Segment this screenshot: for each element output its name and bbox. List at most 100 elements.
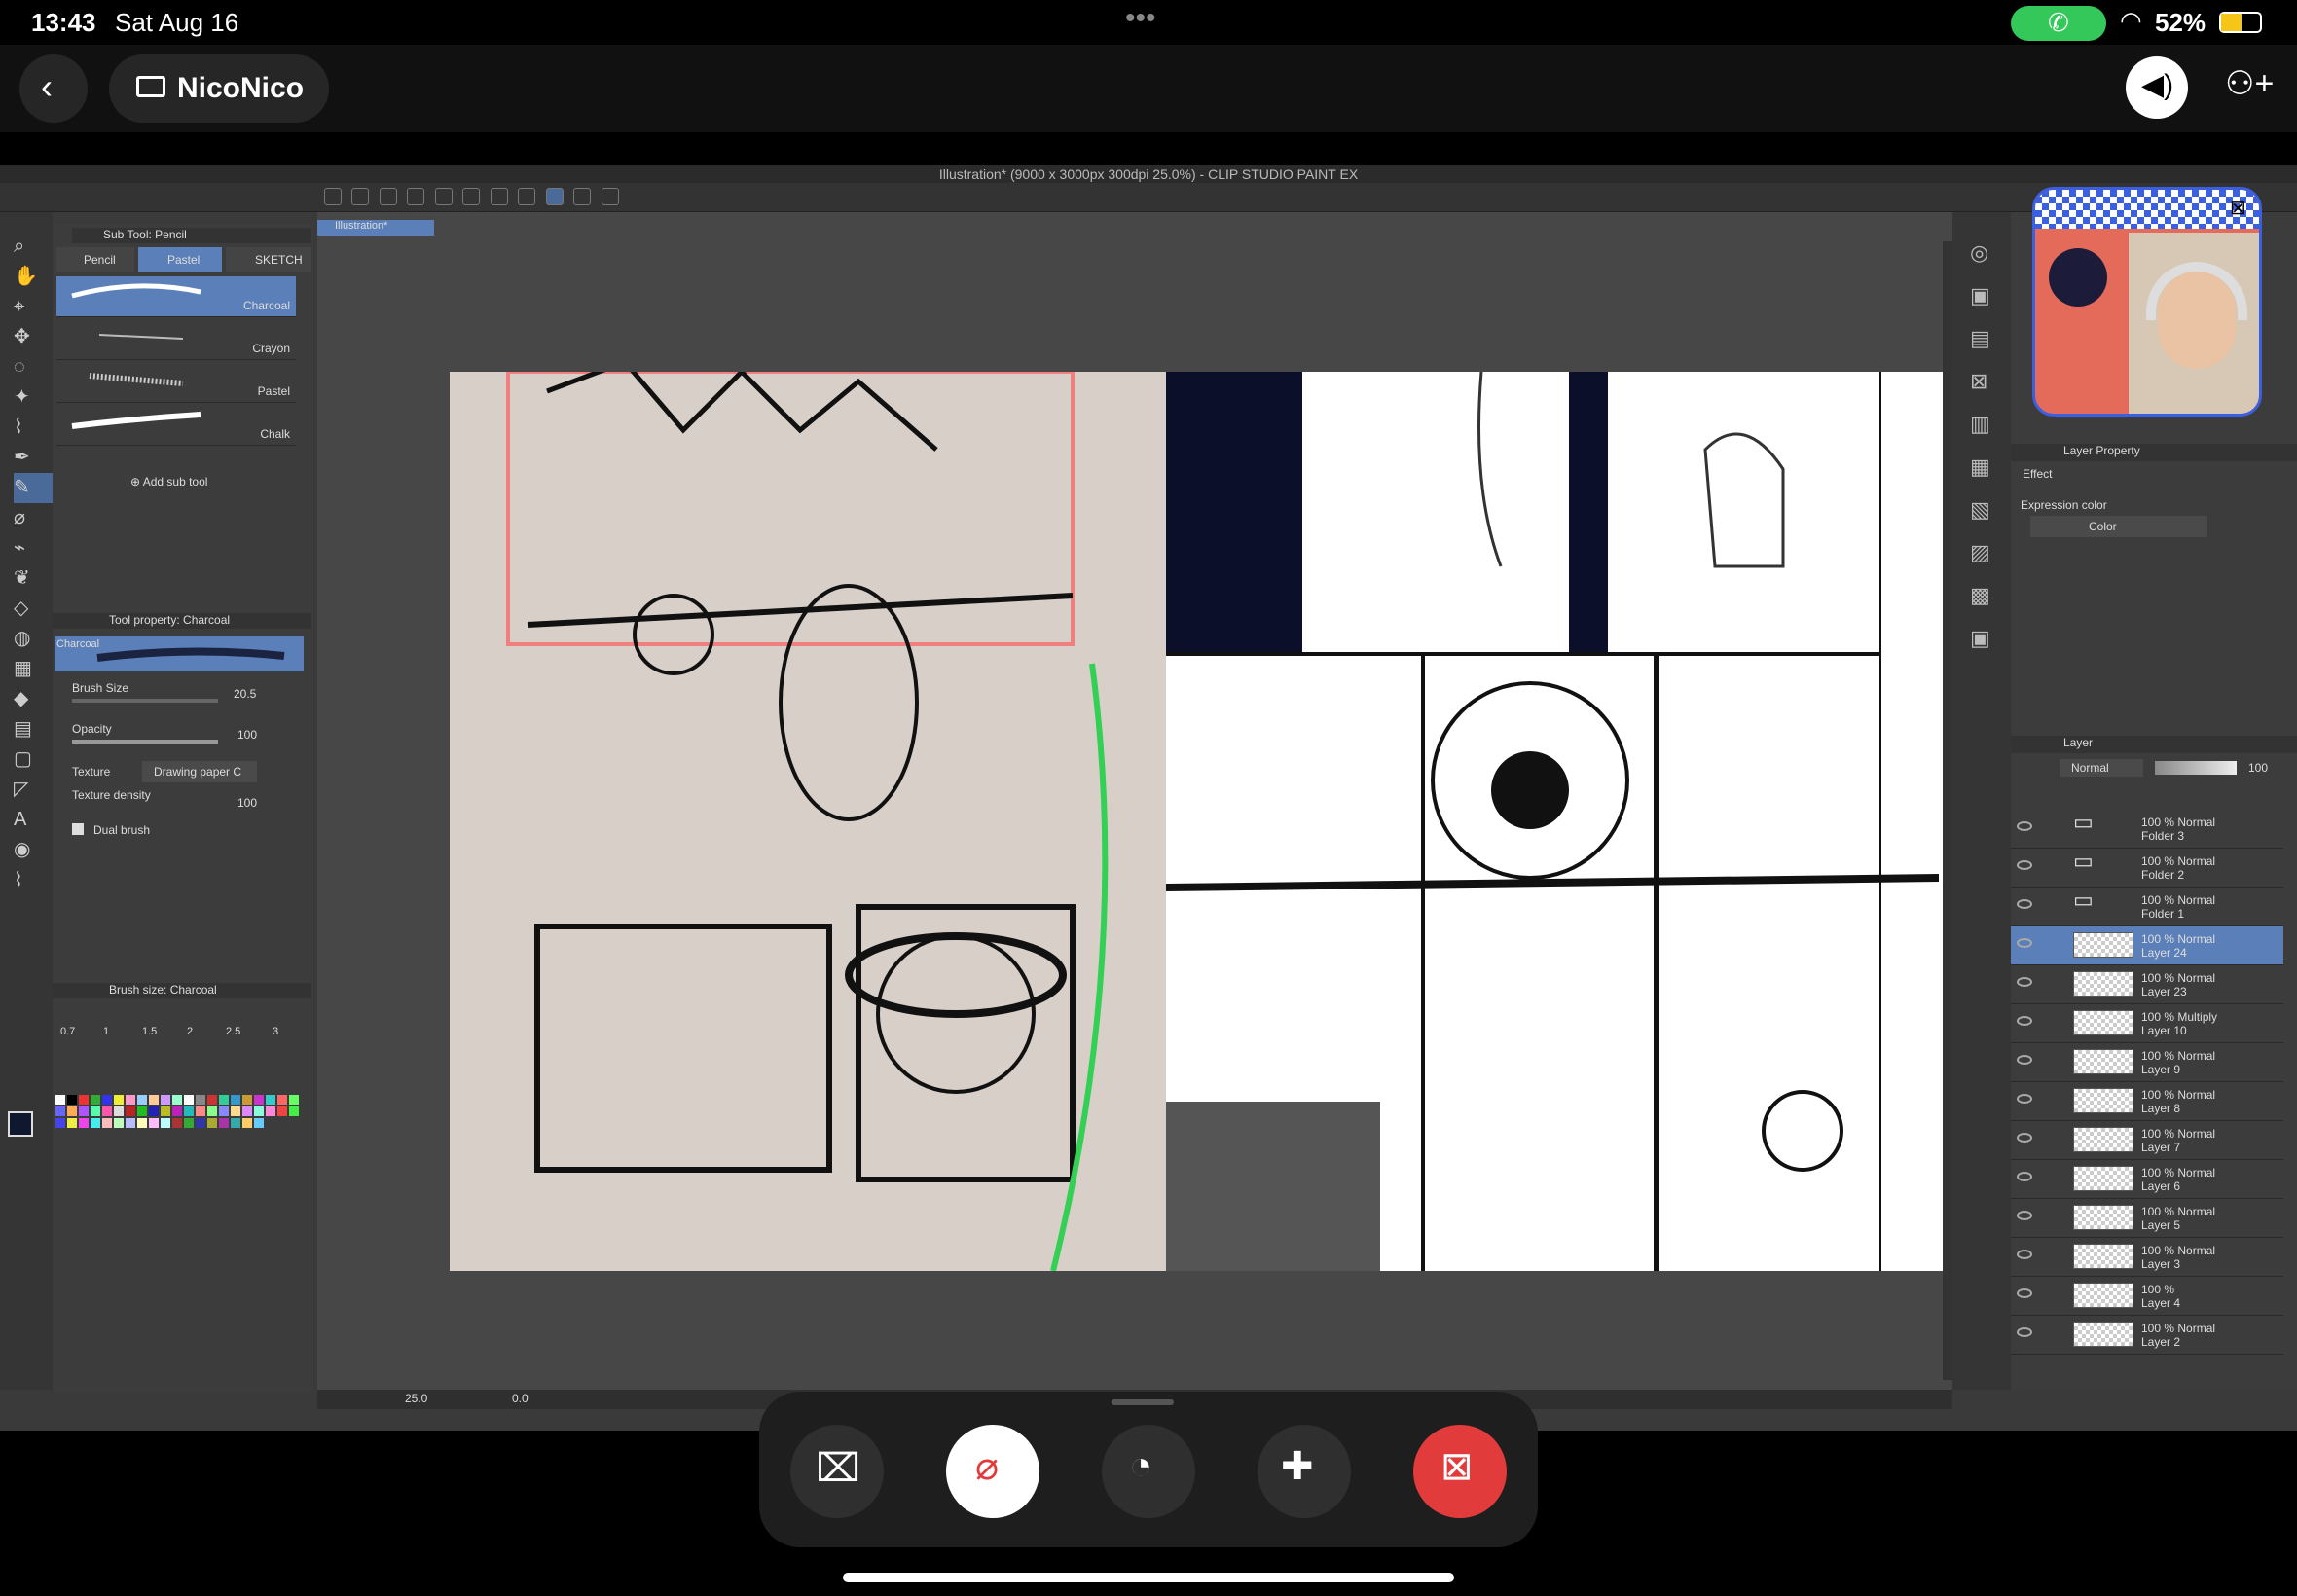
- brush-item-crayon[interactable]: Crayon: [56, 319, 296, 360]
- brush-item-pastel[interactable]: Pastel: [56, 362, 296, 403]
- layer-row[interactable]: ▭ 100 % Normal Folder 3: [2011, 810, 2283, 849]
- eraser-tool-icon[interactable]: ◇: [14, 594, 53, 624]
- dock-grabber[interactable]: [1112, 1399, 1174, 1405]
- layer-opacity-slider[interactable]: [2155, 761, 2237, 775]
- layer-row[interactable]: 100 % Multiply Layer 10: [2011, 1004, 2283, 1043]
- texture-select[interactable]: Drawing paper C: [142, 761, 257, 782]
- add-person-button[interactable]: ⚇+: [2211, 56, 2274, 119]
- vertical-scrollbar[interactable]: [1943, 241, 1952, 1380]
- home-indicator[interactable]: [843, 1573, 1454, 1582]
- figure-tool-icon[interactable]: ▢: [14, 744, 53, 775]
- navigator-icon[interactable]: ◎: [1970, 232, 2011, 274]
- opacity-value[interactable]: 100: [237, 728, 257, 742]
- layer-row[interactable]: 100 % Normal Layer 3: [2011, 1238, 2283, 1277]
- eye-icon[interactable]: [2017, 1055, 2032, 1065]
- pen-tool-icon[interactable]: ✒: [14, 443, 53, 473]
- layer-row[interactable]: ▭ 100 % Normal Folder 1: [2011, 888, 2283, 926]
- quick-access-icon[interactable]: ▣: [1970, 617, 2011, 660]
- speaker-button[interactable]: ◀): [2126, 56, 2188, 119]
- eye-icon[interactable]: [2017, 1288, 2032, 1298]
- rotation-value[interactable]: 0.0: [512, 1392, 529, 1405]
- camera-toggle-button[interactable]: ⌧: [790, 1425, 884, 1518]
- back-button[interactable]: ‹: [19, 54, 88, 123]
- canvas-area[interactable]: Illustration*: [317, 212, 1952, 1390]
- pencil-tool-icon[interactable]: ✎: [14, 473, 53, 503]
- expression-color-select[interactable]: Color: [2030, 516, 2207, 537]
- blend-mode-select[interactable]: Normal: [2060, 759, 2143, 777]
- canvas[interactable]: [450, 359, 1945, 1272]
- animation-icon[interactable]: ▩: [1970, 574, 2011, 617]
- settings-icon[interactable]: [462, 188, 481, 205]
- eye-icon[interactable]: [2017, 821, 2032, 831]
- color-palette[interactable]: [55, 1094, 304, 1269]
- zoom-tool-icon[interactable]: ⌕: [14, 232, 53, 262]
- webcam-overlay[interactable]: ⊠: [2032, 187, 2262, 417]
- channel-title-pill[interactable]: NicoNico: [109, 54, 329, 123]
- history-icon[interactable]: ▤: [1970, 317, 2011, 360]
- item-bank-icon[interactable]: ▦: [1970, 446, 2011, 489]
- ruler-icon[interactable]: [573, 188, 592, 205]
- tab-pencil[interactable]: Pencil: [56, 247, 134, 272]
- brush-item-charcoal[interactable]: Charcoal: [56, 276, 296, 317]
- layer-row[interactable]: 100 % Normal Layer 8: [2011, 1082, 2283, 1121]
- mute-button[interactable]: ⌀: [946, 1425, 1039, 1518]
- transform-icon[interactable]: [518, 188, 536, 205]
- eye-icon[interactable]: [2017, 977, 2032, 987]
- frame-tool-icon[interactable]: ▦: [14, 654, 53, 684]
- dual-brush-checkbox[interactable]: [72, 823, 84, 835]
- open-file-icon[interactable]: [351, 188, 370, 205]
- snap-icon[interactable]: [545, 188, 564, 205]
- multitask-dots[interactable]: •••: [1125, 2, 1156, 35]
- activities-button[interactable]: ✚: [1258, 1425, 1351, 1518]
- eye-icon[interactable]: [2017, 1250, 2032, 1259]
- info-icon[interactable]: ▨: [1970, 531, 2011, 574]
- layer-row[interactable]: 100 % Normal Layer 23: [2011, 965, 2283, 1004]
- layer-row[interactable]: 100 % Normal Layer 5: [2011, 1199, 2283, 1238]
- tab-pastel[interactable]: Pastel: [138, 247, 222, 272]
- eye-icon[interactable]: [2017, 938, 2032, 948]
- sub-view-icon[interactable]: ▥: [1970, 403, 2011, 446]
- tab-sketch[interactable]: SKETCH: [226, 247, 311, 272]
- brush-size-value[interactable]: 20.5: [234, 687, 256, 701]
- eye-icon[interactable]: [2017, 1172, 2032, 1181]
- opacity-slider[interactable]: [72, 740, 218, 744]
- hand-tool-icon[interactable]: ✋: [14, 262, 53, 292]
- operation-tool-icon[interactable]: ⌖: [14, 292, 53, 322]
- search-layer-icon[interactable]: ⊠: [1970, 360, 2011, 403]
- help-icon[interactable]: [601, 188, 619, 205]
- airbrush-tool-icon[interactable]: ⌁: [14, 533, 53, 563]
- ruler-tool-icon[interactable]: ◸: [14, 775, 53, 805]
- wand-tool-icon[interactable]: ✦: [14, 382, 53, 413]
- correct-line-tool-icon[interactable]: ⌇: [14, 865, 53, 895]
- eye-icon[interactable]: [2017, 1133, 2032, 1143]
- brush-item-chalk[interactable]: Chalk: [56, 405, 296, 446]
- eye-icon[interactable]: [2017, 860, 2032, 870]
- layer-row[interactable]: 100 % Normal Layer 24: [2011, 926, 2283, 965]
- save-icon[interactable]: [379, 188, 397, 205]
- new-file-icon[interactable]: [324, 188, 342, 205]
- add-sub-tool-button[interactable]: ⊕ Add sub tool: [130, 475, 207, 489]
- layer-row[interactable]: ▭ 100 % Normal Folder 2: [2011, 849, 2283, 888]
- size-preset[interactable]: 2.5: [226, 1026, 240, 1037]
- decoration-tool-icon[interactable]: ❦: [14, 563, 53, 594]
- balloon-tool-icon[interactable]: ◉: [14, 835, 53, 865]
- text-tool-icon[interactable]: A: [14, 805, 53, 835]
- size-preset[interactable]: 2: [187, 1026, 193, 1037]
- eye-icon[interactable]: [2017, 1094, 2032, 1104]
- gradient-tool-icon[interactable]: ▤: [14, 714, 53, 744]
- blend-tool-icon[interactable]: ◍: [14, 624, 53, 654]
- size-preset[interactable]: 0.7: [60, 1026, 75, 1037]
- lasso-tool-icon[interactable]: ◌: [14, 352, 53, 382]
- fill-tool-icon[interactable]: ◆: [14, 684, 53, 714]
- eye-icon[interactable]: [2017, 1016, 2032, 1026]
- texture-density-value[interactable]: 100: [237, 796, 257, 810]
- layer-row[interactable]: 100 % Normal Layer 9: [2011, 1043, 2283, 1082]
- call-pill[interactable]: ✆: [2011, 6, 2106, 41]
- brush-tool-icon[interactable]: ⌀: [14, 503, 53, 533]
- eyedropper-tool-icon[interactable]: ⌇: [14, 413, 53, 443]
- eye-icon[interactable]: [2017, 1327, 2032, 1337]
- size-preset[interactable]: 1: [103, 1026, 109, 1037]
- screen-share-stream[interactable]: Illustration* (9000 x 3000px 300dpi 25.0…: [0, 165, 2297, 1431]
- brush-size-slider[interactable]: [72, 699, 218, 703]
- eye-icon[interactable]: [2017, 899, 2032, 909]
